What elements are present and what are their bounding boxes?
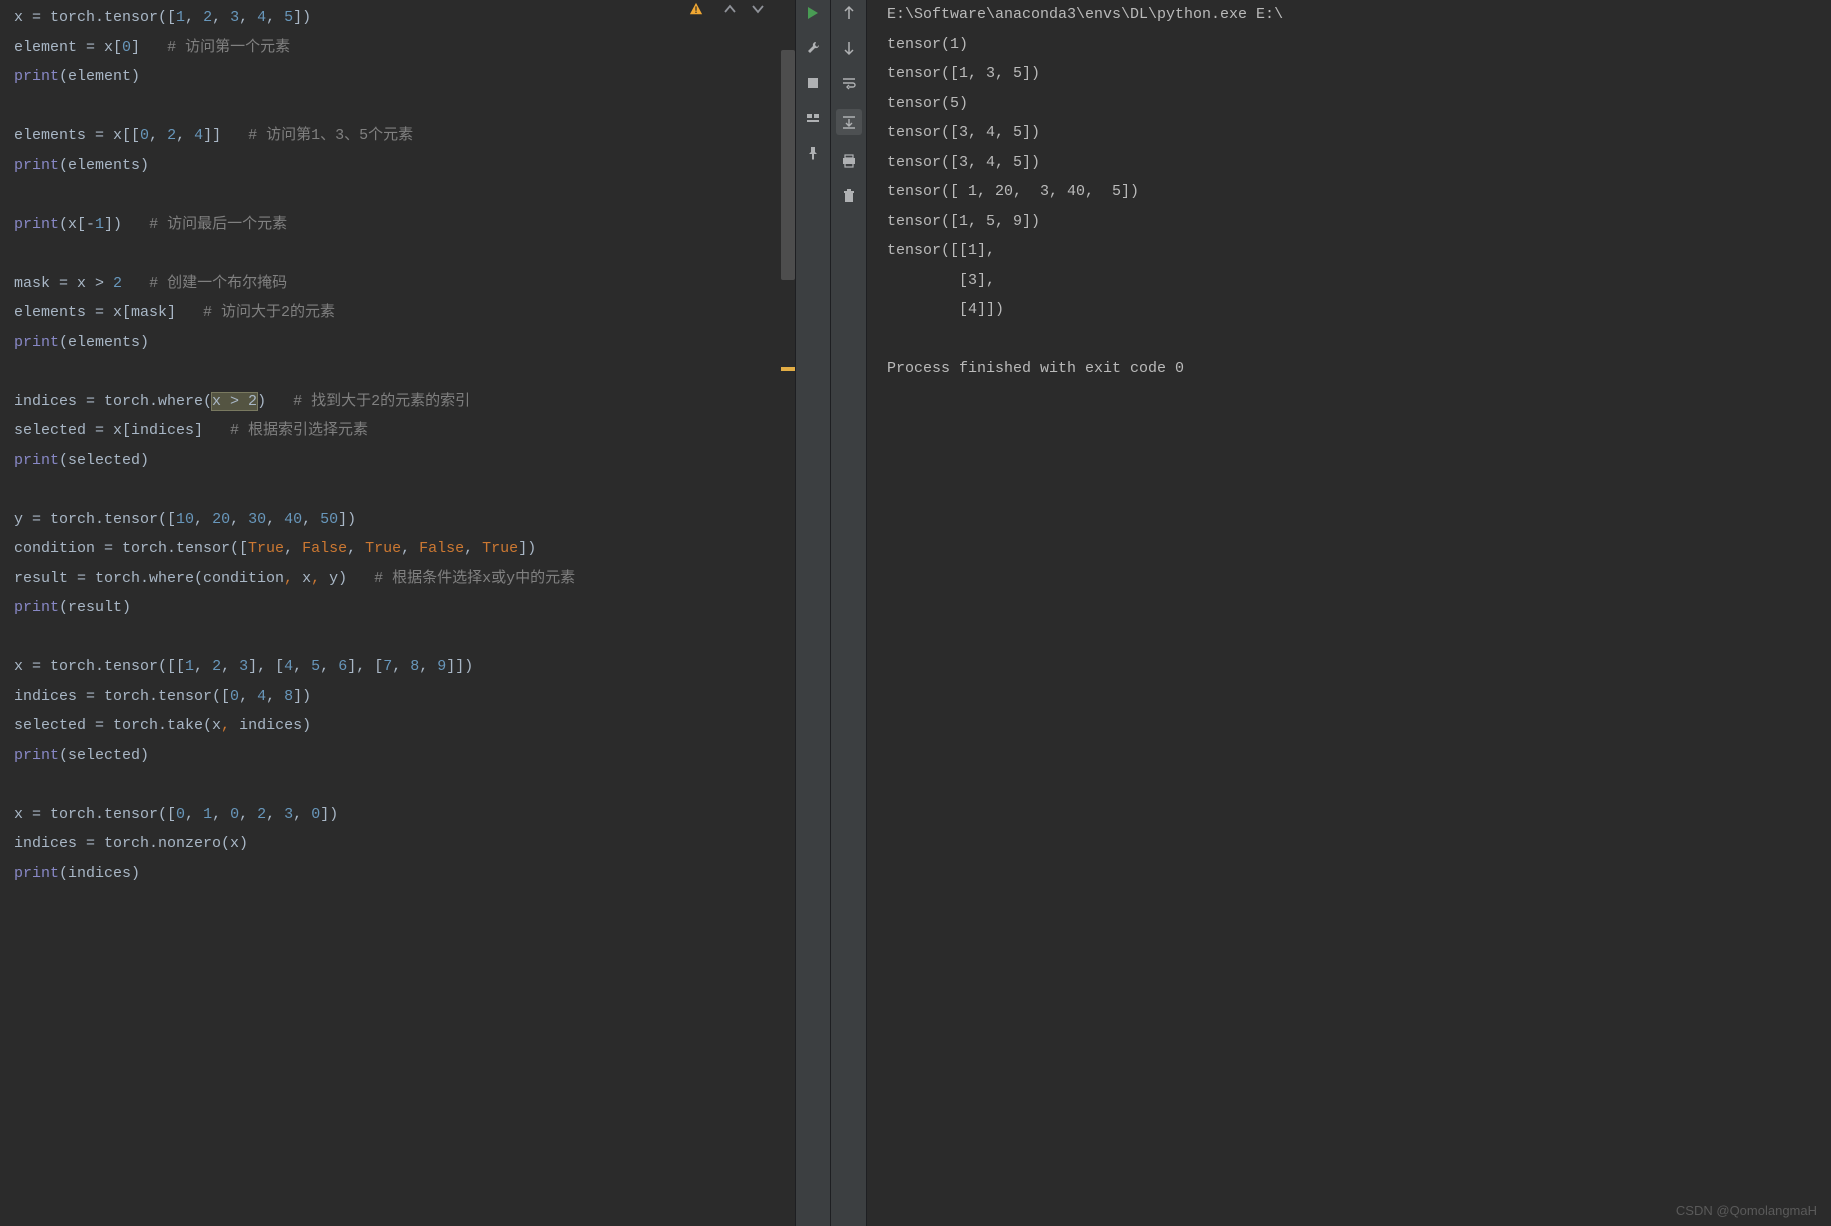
stop-icon[interactable] [804,74,822,92]
wrench-icon[interactable] [804,39,822,57]
arrow-down-icon[interactable] [840,39,858,57]
console-output[interactable]: E:\Software\anaconda3\envs\DL\python.exe… [867,0,1831,1226]
output-toolbar [831,0,867,1226]
editor-scrollbar[interactable] [781,50,795,280]
print-icon[interactable] [840,152,858,170]
scroll-to-end-icon[interactable] [836,109,862,135]
collapse-up-icon[interactable] [723,2,737,21]
run-toolbar [795,0,831,1226]
soft-wrap-icon[interactable] [840,74,858,92]
watermark: CSDN @QomolangmaH [1676,1203,1817,1218]
code-editor[interactable]: x = torch.tensor([1, 2, 3, 4, 5])element… [0,0,795,1226]
arrow-up-icon[interactable] [840,4,858,22]
editor-content[interactable]: x = torch.tensor([1, 2, 3, 4, 5])element… [14,3,795,888]
collapse-down-icon[interactable] [751,2,765,21]
pin-icon[interactable] [804,144,822,162]
editor-marker [781,367,795,371]
run-icon[interactable] [804,4,822,22]
layout-icon[interactable] [804,109,822,127]
warning-icon[interactable] [689,2,703,16]
trash-icon[interactable] [840,187,858,205]
